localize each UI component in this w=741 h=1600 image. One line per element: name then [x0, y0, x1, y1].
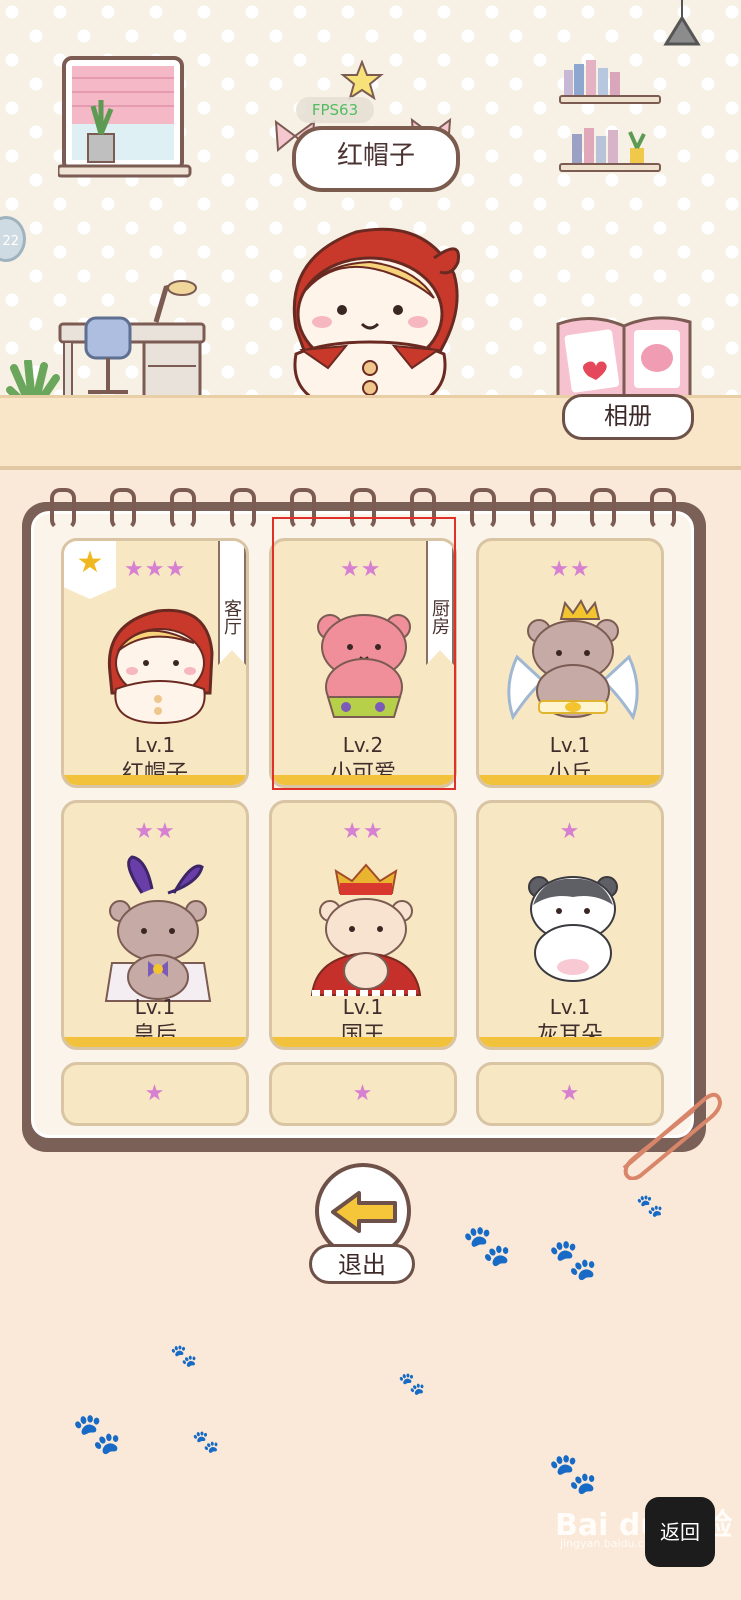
favorite-badge[interactable]: ★	[64, 541, 116, 599]
room-tag: 客厅	[218, 541, 246, 665]
window-decoration	[58, 56, 192, 178]
character-xiaoqiu-icon	[507, 599, 639, 721]
favorite-star-icon: ★	[76, 545, 104, 580]
paper-clip-icon	[622, 1092, 723, 1180]
paw-print-icon: 🐾	[192, 1430, 220, 1455]
character-name: 红帽子	[336, 141, 415, 171]
character-level: Lv.1	[342, 995, 384, 1019]
paw-print-icon: 🐾	[72, 1411, 122, 1457]
character-name: 灰耳朵	[536, 1023, 603, 1048]
rarity-stars: ★★	[134, 819, 176, 844]
binder-ring	[170, 488, 196, 530]
character-level: Lv.1	[549, 733, 591, 757]
character-card-red-hood[interactable]: ★ ★★★ 客厅 Lv.1 红帽子	[61, 538, 249, 788]
paw-print-icon: 🐾	[462, 1223, 512, 1269]
rarity-stars: ★★	[342, 819, 384, 844]
paw-print-icon: 🐾	[170, 1344, 198, 1369]
ceiling-lamp-decoration	[663, 0, 701, 46]
character-king-icon	[310, 863, 422, 996]
album-button[interactable]: 相册	[562, 394, 694, 440]
rarity-stars: ★	[352, 1081, 374, 1106]
side-badge[interactable]: 22	[0, 216, 26, 262]
desk-decoration	[58, 280, 206, 404]
exit-label[interactable]: 退出	[309, 1244, 415, 1284]
rarity-stars: ★★	[549, 557, 591, 582]
character-card-king[interactable]: ★★ Lv.1 国王	[269, 800, 457, 1050]
character-card[interactable]: ★	[269, 1062, 457, 1126]
selection-highlight	[272, 517, 456, 790]
character-level: Lv.1	[134, 733, 176, 757]
paw-print-icon: 🐾	[548, 1451, 598, 1497]
paw-print-icon: 🐾	[636, 1194, 664, 1219]
character-queen-icon	[104, 855, 212, 1002]
bookshelf-decoration	[559, 60, 661, 172]
character-name: 皇后	[132, 1023, 177, 1048]
back-button[interactable]: 返回	[645, 1497, 715, 1567]
binder-ring	[470, 488, 496, 530]
character-card-xiaoqiu[interactable]: ★★ Lv.1 小丘	[476, 538, 664, 788]
star-ornament-icon	[340, 60, 384, 100]
paw-print-icon: 🐾	[398, 1372, 426, 1397]
fps-counter: FPS63	[296, 97, 374, 123]
binder-ring	[530, 488, 556, 530]
character-name: 红帽子	[121, 761, 188, 786]
arrow-left-icon	[331, 1191, 397, 1233]
character-card-queen[interactable]: ★★ Lv.1 皇后	[61, 800, 249, 1050]
character-card-grey-ears[interactable]: ★ Lv.1 灰耳朵	[476, 800, 664, 1050]
binder-ring	[650, 488, 676, 530]
rarity-stars: ★	[559, 819, 581, 844]
character-grey-ears-icon	[528, 876, 618, 982]
character-card[interactable]: ★	[61, 1062, 249, 1126]
binder-ring	[50, 488, 76, 530]
binder-ring	[230, 488, 256, 530]
rarity-stars: ★	[144, 1081, 166, 1106]
character-red-hood-icon	[107, 608, 214, 725]
character-name: 国王	[340, 1023, 385, 1048]
character-level: Lv.1	[549, 995, 591, 1019]
character-name: 小丘	[547, 761, 592, 786]
paw-print-icon: 🐾	[548, 1237, 598, 1283]
binder-ring	[590, 488, 616, 530]
character-level: Lv.1	[134, 995, 176, 1019]
rarity-stars: ★★★	[124, 557, 187, 582]
binder-ring	[110, 488, 136, 530]
character-name-plate: 红帽子	[292, 126, 460, 192]
